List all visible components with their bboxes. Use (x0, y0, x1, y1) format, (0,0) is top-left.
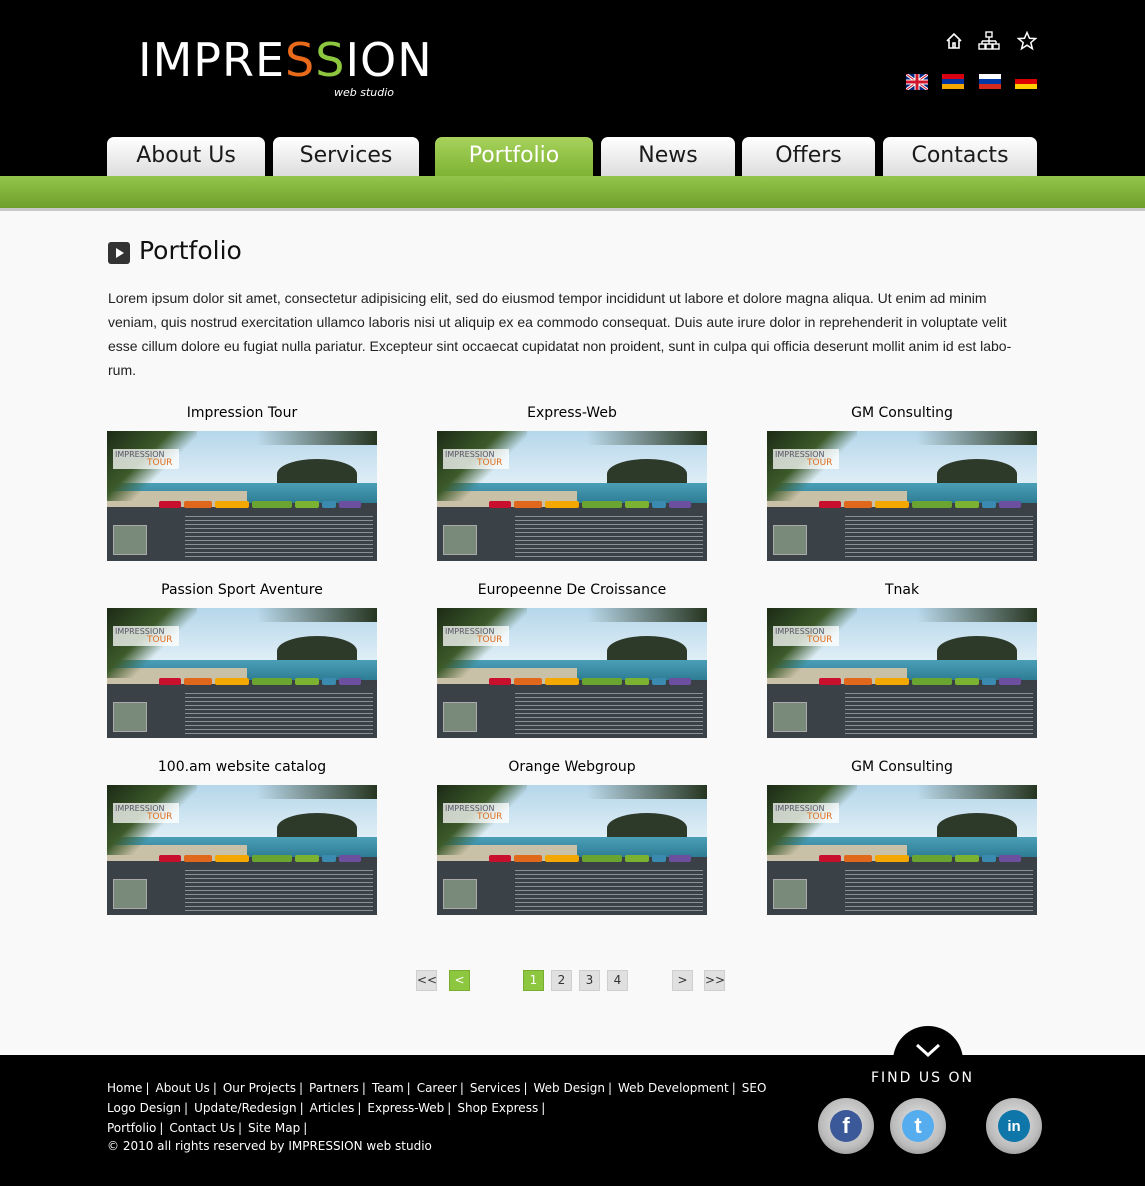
footer-link[interactable]: Site Map (248, 1121, 300, 1135)
portfolio-item[interactable]: Orange Webgroup IMPRESSION TOUR (437, 759, 707, 915)
tab-portfolio[interactable]: Portfolio (435, 137, 593, 177)
footer-link[interactable]: Career (417, 1081, 457, 1095)
play-arrow-icon (108, 242, 130, 264)
portfolio-thumbnail[interactable]: IMPRESSION TOUR (437, 608, 707, 738)
linkedin-glyph: in (998, 1110, 1030, 1142)
portfolio-item[interactable]: Express-Web IMPRESSION TOUR (437, 405, 707, 561)
portfolio-item[interactable]: Europeenne De Croissance IMPRESSION TOUR (437, 582, 707, 738)
portfolio-item-title[interactable]: 100.am website catalog (107, 759, 377, 775)
chevron-down-icon[interactable] (915, 1043, 941, 1059)
portfolio-thumbnail[interactable]: IMPRESSION TOUR (767, 785, 1037, 915)
first-page-button[interactable]: << (416, 970, 437, 991)
portfolio-item-title[interactable]: GM Consulting (767, 405, 1037, 421)
intro-text: Lorem ipsum dolor sit amet, consectetur … (108, 290, 1012, 378)
portfolio-item[interactable]: 100.am website catalog IMPRESSION TOUR (107, 759, 377, 915)
portfolio-item[interactable]: Passion Sport Aventure IMPRESSION TOUR (107, 582, 377, 738)
footer-link[interactable]: Partners (309, 1081, 359, 1095)
thumbnail-logo: IMPRESSION TOUR (113, 803, 179, 823)
portfolio-thumbnail[interactable]: IMPRESSION TOUR (437, 431, 707, 561)
thumbnail-logo: IMPRESSION TOUR (113, 449, 179, 469)
footer-link[interactable]: Express-Web (367, 1101, 444, 1115)
portfolio-item-title[interactable]: Express-Web (437, 405, 707, 421)
thumbnail-logo: IMPRESSION TOUR (443, 626, 509, 646)
thumbnail-logo: IMPRESSION TOUR (773, 803, 839, 823)
german-flag[interactable] (1015, 74, 1037, 94)
footer-links-row: Portfolio | Contact Us | Site Map | (107, 1121, 308, 1135)
thumbnail-logo: IMPRESSION TOUR (773, 449, 839, 469)
linkedin-icon[interactable]: in (986, 1098, 1042, 1154)
footer-link[interactable]: About Us (155, 1081, 209, 1095)
footer-link[interactable]: Articles (310, 1101, 355, 1115)
tab-services[interactable]: Services (273, 137, 419, 177)
page-2-button[interactable]: 2 (551, 970, 572, 991)
tab-contacts[interactable]: Contacts (883, 137, 1037, 177)
facebook-glyph: f (830, 1110, 862, 1142)
footer-links-row: Logo Design | Update/Redesign | Articles | Exp… (107, 1101, 546, 1115)
sitemap-icon[interactable] (978, 30, 1000, 52)
portfolio-item[interactable]: GM Consulting IMPRESSION TOUR (767, 759, 1037, 915)
english-flag[interactable] (905, 72, 929, 94)
portfolio-item[interactable]: Tnak IMPRESSION TOUR (767, 582, 1037, 738)
tab-news[interactable]: News (601, 137, 735, 177)
main-nav: About Us Services Portfolio News Offers … (0, 136, 1145, 178)
find-us-label: FIND US ON (871, 1070, 974, 1086)
portfolio-item-title[interactable]: GM Consulting (767, 759, 1037, 775)
footer-link[interactable]: SEO (742, 1081, 767, 1095)
footer-link[interactable]: Logo Design (107, 1101, 181, 1115)
footer-links: Home | About Us | Our Projects | Partners | Team… (107, 1078, 807, 1138)
last-page-button[interactable]: >> (704, 970, 725, 991)
portfolio-thumbnail[interactable]: IMPRESSION TOUR (767, 431, 1037, 561)
twitter-glyph: t (902, 1110, 934, 1142)
footer-link[interactable]: Web Development (618, 1081, 729, 1095)
page-1-button[interactable]: 1 (523, 970, 544, 991)
footer-link[interactable]: Home (107, 1081, 142, 1095)
tab-offers[interactable]: Offers (742, 137, 875, 177)
footer-link[interactable]: Update/Redesign (194, 1101, 297, 1115)
page-4-button[interactable]: 4 (607, 970, 628, 991)
armenian-flag[interactable] (942, 74, 964, 94)
footer-link[interactable]: Our Projects (223, 1081, 296, 1095)
next-page-button[interactable]: > (672, 970, 693, 991)
thumbnail-logo: IMPRESSION TOUR (773, 626, 839, 646)
footer-link[interactable]: Web Design (534, 1081, 605, 1095)
logo-subtitle: web studio (334, 86, 395, 99)
portfolio-item-title[interactable]: Europeenne De Croissance (437, 582, 707, 598)
prev-page-button[interactable]: < (449, 970, 470, 991)
footer-link[interactable]: Shop Express (457, 1101, 538, 1115)
copyright: © 2010 all rights reserved by IMPRESSION… (107, 1139, 432, 1153)
footer-link[interactable]: Portfolio (107, 1121, 156, 1135)
portfolio-thumbnail[interactable]: IMPRESSION TOUR (107, 608, 377, 738)
star-icon[interactable] (1016, 30, 1038, 52)
facebook-icon[interactable]: f (818, 1098, 874, 1154)
footer-link[interactable]: Team (372, 1081, 404, 1095)
portfolio-thumbnail[interactable]: IMPRESSION TOUR (437, 785, 707, 915)
footer-links-row: Home | About Us | Our Projects | Partners | Team… (107, 1081, 767, 1095)
portfolio-item-title[interactable]: Passion Sport Aventure (107, 582, 377, 598)
thumbnail-logo: IMPRESSION TOUR (443, 803, 509, 823)
portfolio-item[interactable]: GM Consulting IMPRESSION TOUR (767, 405, 1037, 561)
portfolio-item-title[interactable]: Orange Webgroup (437, 759, 707, 775)
page-title: Portfolio (139, 236, 242, 265)
logo-text: IMPRESSION (138, 33, 433, 87)
russian-flag[interactable] (979, 74, 1001, 94)
portfolio-item-title[interactable]: Tnak (767, 582, 1037, 598)
portfolio-item[interactable]: Impression Tour IMPRESSION TOUR (107, 405, 377, 561)
tab-about-us[interactable]: About Us (107, 137, 265, 177)
page-3-button[interactable]: 3 (579, 970, 600, 991)
portfolio-item-title[interactable]: Impression Tour (107, 405, 377, 421)
portfolio-thumbnail[interactable]: IMPRESSION TOUR (107, 785, 377, 915)
footer-link[interactable]: Services (470, 1081, 521, 1095)
home-icon[interactable] (943, 30, 965, 52)
portfolio-thumbnail[interactable]: IMPRESSION TOUR (107, 431, 377, 561)
logo[interactable]: IMPRESSION web studio (138, 34, 432, 104)
thumbnail-logo: IMPRESSION TOUR (113, 626, 179, 646)
thumbnail-logo: IMPRESSION TOUR (443, 449, 509, 469)
nav-green-bar (0, 176, 1145, 211)
portfolio-thumbnail[interactable]: IMPRESSION TOUR (767, 608, 1037, 738)
twitter-icon[interactable]: t (890, 1098, 946, 1154)
footer-link[interactable]: Contact Us (169, 1121, 235, 1135)
